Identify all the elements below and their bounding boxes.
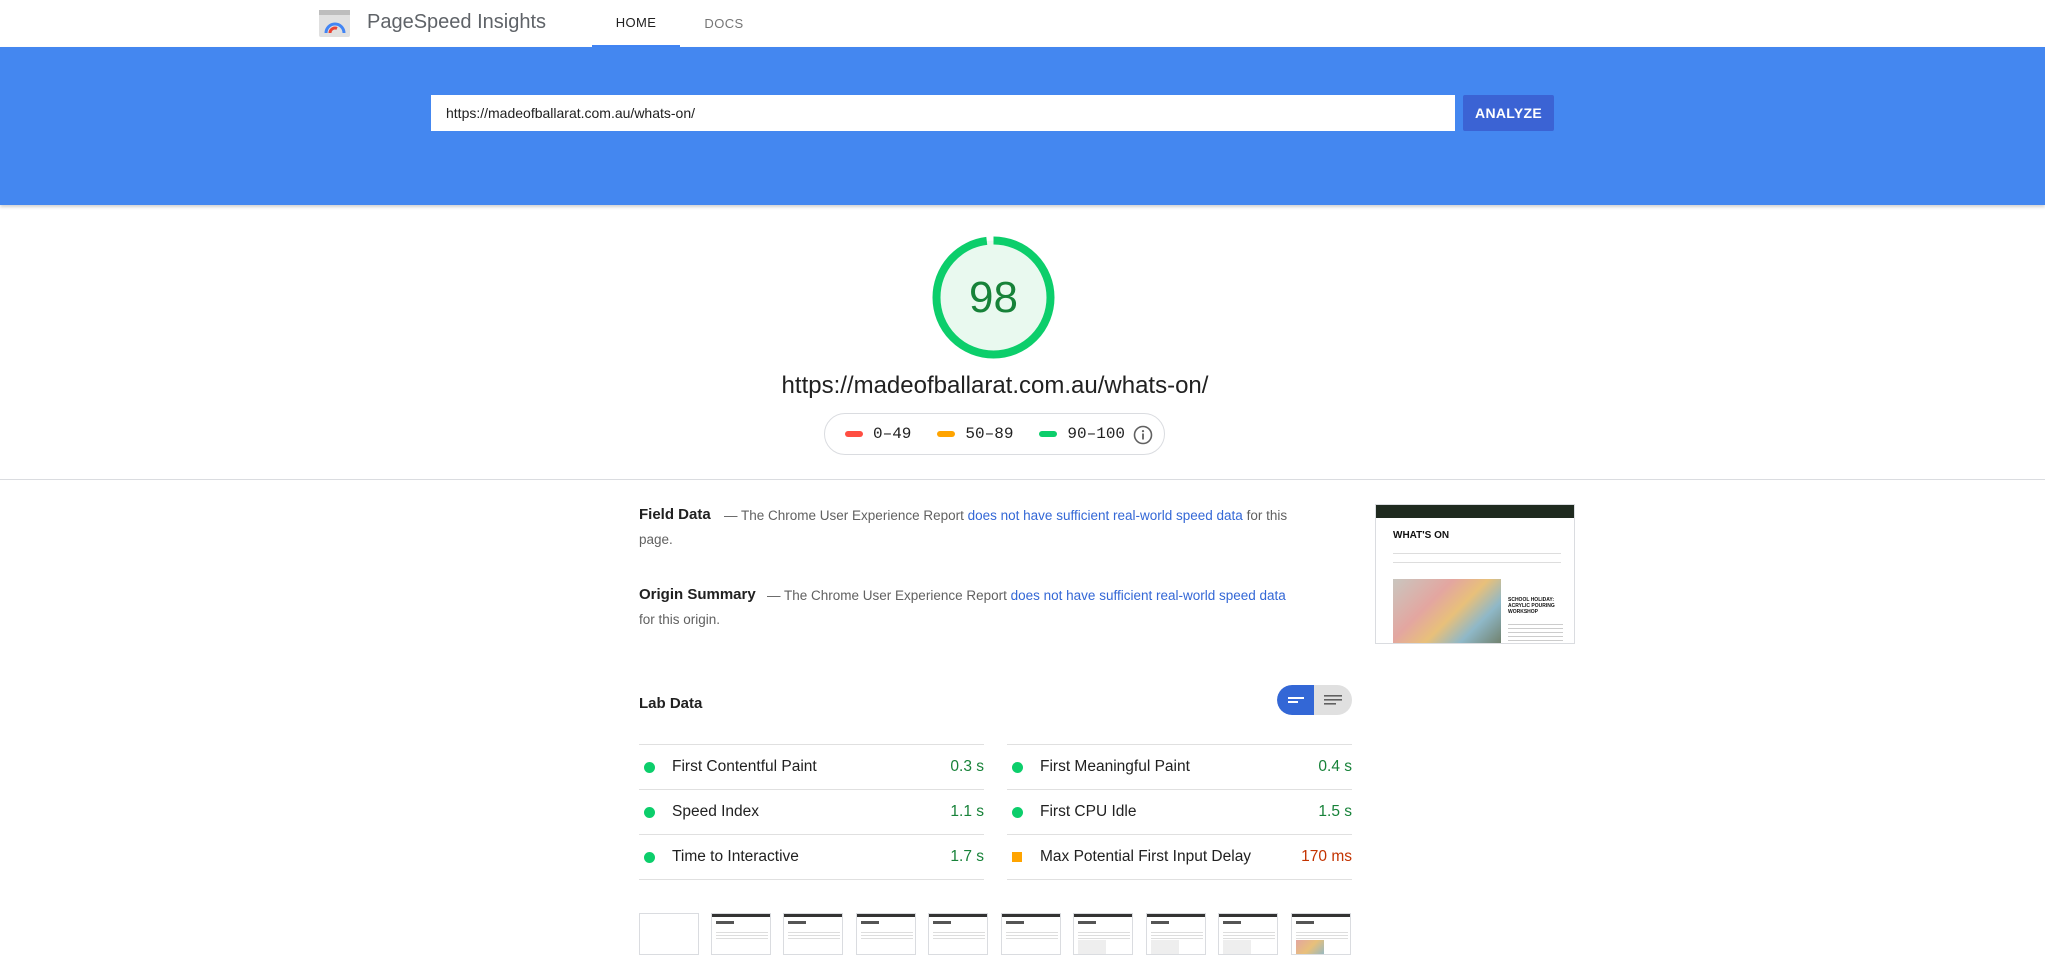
analyzed-url: https://madeofballarat.com.au/whats-on/	[781, 372, 1209, 399]
metric-value: 0.4 s	[1318, 758, 1352, 775]
legend-swatch-average	[937, 431, 956, 437]
legend-item-average: 50–89	[937, 425, 1013, 443]
metric-row: First Meaningful Paint 0.4 s	[1007, 744, 1352, 789]
pass-indicator-icon	[1012, 806, 1023, 818]
metric-label: Speed Index	[672, 803, 760, 820]
filmstrip-frame	[711, 913, 771, 955]
filmstrip-frame	[856, 913, 916, 955]
field-data-text: — The Chrome User Experience Report does…	[639, 504, 1299, 552]
url-input[interactable]	[431, 95, 1455, 131]
lab-data-title: Lab Data	[639, 695, 703, 712]
field-data-dash: —	[724, 508, 738, 523]
thumb-event-image	[1393, 579, 1501, 643]
search-banner: ANALYZE	[0, 47, 2045, 205]
metric-label: First Meaningful Paint	[1040, 758, 1190, 775]
metric-value: 1.1 s	[950, 803, 984, 820]
metrics-bottom-border	[639, 879, 984, 880]
view-toggle[interactable]	[1277, 685, 1352, 715]
origin-summary-text: — The Chrome User Experience Report does…	[639, 584, 1299, 632]
filmstrip-frame	[783, 913, 843, 955]
legend-item-pass: 90–100	[1039, 425, 1125, 443]
metric-row: Speed Index 1.1 s	[639, 789, 984, 834]
legend-item-fail: 0–49	[845, 425, 911, 443]
legend-label-fail: 0–49	[873, 425, 912, 443]
field-data-text-before: The Chrome User Experience Report	[741, 508, 964, 523]
analyze-button[interactable]: ANALYZE	[1463, 95, 1554, 131]
metrics-bottom-border	[1007, 879, 1352, 880]
filmstrip-frame	[1218, 913, 1278, 955]
thumb-event-title: SCHOOL HOLIDAY: ACRYLIC POURING WORKSHOP	[1508, 597, 1555, 615]
filmstrip-frame	[928, 913, 988, 955]
metric-row: First CPU Idle 1.5 s	[1007, 789, 1352, 834]
average-indicator-icon	[1012, 852, 1022, 862]
origin-summary-link[interactable]: does not have sufficient real-world spee…	[1011, 588, 1286, 603]
thumb-navbar	[1376, 505, 1574, 518]
metric-value: 1.7 s	[950, 848, 984, 865]
metric-label: Max Potential First Input Delay	[1040, 848, 1252, 865]
pass-indicator-icon	[1012, 761, 1023, 773]
filmstrip-frame	[639, 913, 699, 955]
filmstrip-frame	[1001, 913, 1061, 955]
thumb-filters	[1393, 553, 1561, 563]
origin-summary-text-after: for this origin.	[639, 612, 721, 627]
thumb-heading: WHAT'S ON	[1393, 530, 1450, 541]
brand-title[interactable]: PageSpeed Insights	[367, 11, 546, 34]
metric-label: Time to Interactive	[672, 848, 799, 865]
filmstrip-frame	[1073, 913, 1133, 955]
origin-summary-text-before: The Chrome User Experience Report	[784, 588, 1007, 603]
field-data-link[interactable]: does not have sufficient real-world spee…	[968, 508, 1243, 523]
metric-row: Time to Interactive 1.7 s	[639, 834, 984, 879]
filmstrip-frame	[1291, 913, 1351, 955]
page-screenshot-thumbnail: WHAT'S ON SCHOOL HOLIDAY: ACRYLIC POURIN…	[1375, 504, 1575, 644]
metric-value: 0.3 s	[950, 758, 984, 775]
performance-score: 98	[969, 272, 1018, 322]
pass-indicator-icon	[644, 806, 655, 818]
metric-value: 170 ms	[1301, 848, 1352, 865]
metric-row: Max Potential First Input Delay 170 ms	[1007, 834, 1352, 879]
legend-swatch-fail	[845, 431, 863, 437]
metric-value: 1.5 s	[1318, 803, 1352, 820]
score-legend: 0–49 50–89 90–100	[824, 413, 1165, 455]
info-icon[interactable]	[1133, 425, 1153, 445]
legend-label-pass: 90–100	[1067, 425, 1126, 443]
pagespeed-logo-icon[interactable]	[319, 10, 350, 37]
section-divider	[0, 479, 2045, 480]
pass-indicator-icon	[644, 761, 655, 773]
metric-label: First CPU Idle	[1040, 803, 1137, 820]
legend-label-average: 50–89	[965, 425, 1014, 443]
tab-docs[interactable]: DOCS	[680, 0, 768, 47]
summary-view-icon	[1288, 697, 1304, 703]
metric-label: First Contentful Paint	[672, 758, 817, 775]
expanded-view-icon[interactable]	[1324, 693, 1342, 707]
tab-home[interactable]: HOME	[592, 0, 680, 47]
origin-summary-dash: —	[767, 588, 781, 603]
legend-swatch-pass	[1039, 431, 1058, 437]
filmstrip-frame	[1146, 913, 1206, 955]
top-nav: PageSpeed Insights HOME DOCS	[0, 0, 2045, 47]
pass-indicator-icon	[644, 851, 655, 863]
thumb-event-text	[1508, 621, 1563, 641]
metric-row: First Contentful Paint 0.3 s	[639, 744, 984, 789]
